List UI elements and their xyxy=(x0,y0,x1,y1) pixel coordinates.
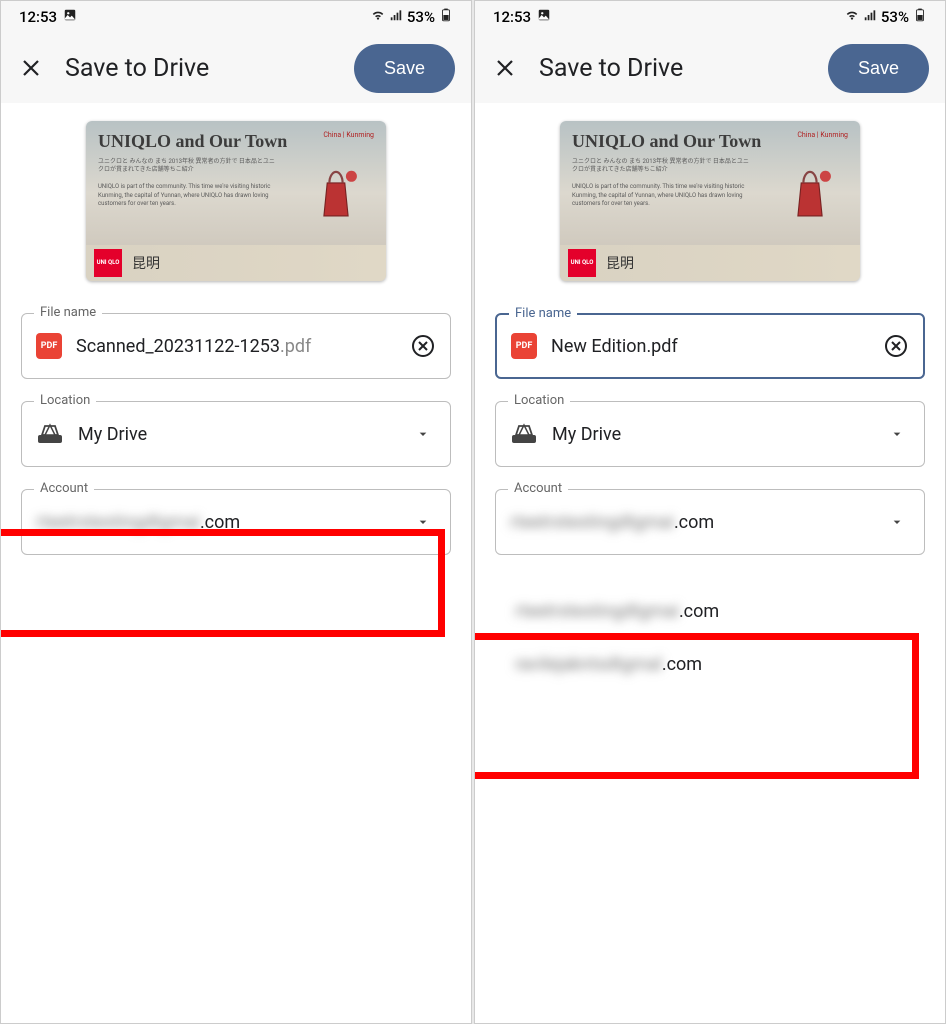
preview-subtext: ユニクロと みんなの まち 2013年秋 異常者の方針で 日本品とユニクロが貫ま… xyxy=(572,158,752,208)
page-title: Save to Drive xyxy=(539,54,808,83)
account-label: Account xyxy=(34,481,94,496)
chevron-down-icon xyxy=(410,421,436,447)
bag-illustration xyxy=(314,167,358,223)
account-value: rteetrstestingdtgmai.com xyxy=(36,512,396,533)
account-field[interactable]: Account rteetrstestingdtgmai.com xyxy=(495,489,925,555)
bag-illustration xyxy=(788,167,832,223)
preview-tag: China | Kunming xyxy=(323,131,374,139)
statusbar: 12:53 53% xyxy=(475,1,945,33)
gallery-icon xyxy=(537,8,551,26)
location-field[interactable]: Location My Drive xyxy=(21,401,451,467)
signal-icon xyxy=(389,8,403,26)
close-button[interactable] xyxy=(17,54,45,82)
file-name-field[interactable]: File name PDF New Edition.pdf xyxy=(495,313,925,379)
pdf-icon: PDF xyxy=(511,333,537,359)
phone-right: 12:53 53% Save to Drive Save China | Kun… xyxy=(474,0,946,1024)
battery-percent: 53% xyxy=(881,8,909,26)
uniqlo-logo: UNI QLO xyxy=(94,249,122,277)
document-preview[interactable]: China | Kunming UNIQLO and Our Town ユニクロ… xyxy=(560,121,860,281)
account-option[interactable]: rteetrstestingdtgmai.com xyxy=(495,585,925,638)
phone-left: 12:53 53% Save to Drive Save China | Kun… xyxy=(0,0,472,1024)
appbar: Save to Drive Save xyxy=(1,33,471,103)
file-name-field[interactable]: File name PDF Scanned_20231122-1253.pdf xyxy=(21,313,451,379)
battery-icon xyxy=(439,8,453,26)
account-field[interactable]: Account rteetrstestingdtgmai.com xyxy=(21,489,451,555)
kunming-text: 昆明 xyxy=(132,253,160,273)
kunming-text: 昆明 xyxy=(606,253,634,273)
file-name-label: File name xyxy=(509,306,577,321)
battery-percent: 53% xyxy=(407,8,435,26)
account-value: rteetrstestingdtgmai.com xyxy=(510,512,870,533)
location-value: My Drive xyxy=(78,424,396,445)
drive-icon xyxy=(36,422,64,446)
location-value: My Drive xyxy=(552,424,870,445)
content-area: China | Kunming UNIQLO and Our Town ユニクロ… xyxy=(475,103,945,1023)
content-area: China | Kunming UNIQLO and Our Town ユニクロ… xyxy=(1,103,471,1023)
drive-icon xyxy=(510,422,538,446)
account-dropdown: rteetrstestingdtgmai.com ravilejakntsdtg… xyxy=(495,577,925,699)
wifi-icon xyxy=(371,8,385,26)
preview-tag: China | Kunming xyxy=(797,131,848,139)
chevron-down-icon xyxy=(884,509,910,535)
wifi-icon xyxy=(845,8,859,26)
chevron-down-icon xyxy=(884,421,910,447)
file-name-label: File name xyxy=(34,305,102,320)
account-label: Account xyxy=(508,481,568,496)
statusbar-time: 12:53 xyxy=(19,8,57,26)
account-option[interactable]: ravilejakntsdtgmal.com xyxy=(495,638,925,691)
page-title: Save to Drive xyxy=(65,54,334,83)
file-name-value: New Edition.pdf xyxy=(551,336,869,357)
save-button[interactable]: Save xyxy=(828,44,929,93)
location-label: Location xyxy=(508,393,570,408)
file-name-value: Scanned_20231122-1253.pdf xyxy=(76,336,396,357)
chevron-down-icon xyxy=(410,509,436,535)
appbar: Save to Drive Save xyxy=(475,33,945,103)
document-preview[interactable]: China | Kunming UNIQLO and Our Town ユニクロ… xyxy=(86,121,386,281)
clear-icon[interactable] xyxy=(410,333,436,359)
location-field[interactable]: Location My Drive xyxy=(495,401,925,467)
preview-subtext: ユニクロと みんなの まち 2013年秋 異常者の方針で 日本品とユニクロが貫ま… xyxy=(98,158,278,208)
clear-icon[interactable] xyxy=(883,333,909,359)
signal-icon xyxy=(863,8,877,26)
save-button[interactable]: Save xyxy=(354,44,455,93)
uniqlo-logo: UNI QLO xyxy=(568,249,596,277)
pdf-icon: PDF xyxy=(36,333,62,359)
close-button[interactable] xyxy=(491,54,519,82)
statusbar-time: 12:53 xyxy=(493,8,531,26)
statusbar: 12:53 53% xyxy=(1,1,471,33)
battery-icon xyxy=(913,8,927,26)
gallery-icon xyxy=(63,8,77,26)
location-label: Location xyxy=(34,393,96,408)
